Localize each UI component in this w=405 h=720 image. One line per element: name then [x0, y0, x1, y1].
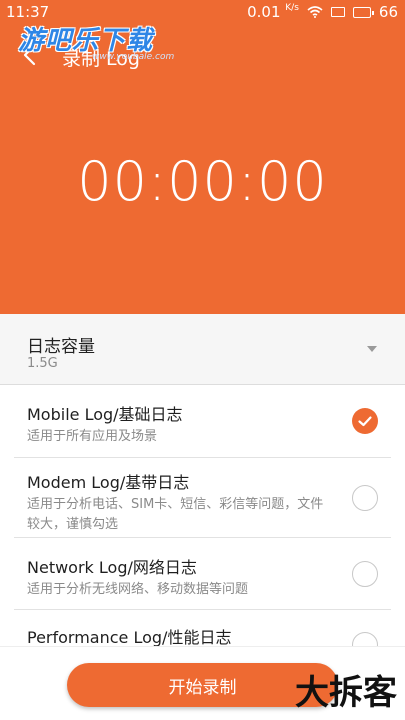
- network-speed-unit: K/s: [285, 3, 299, 13]
- log-item-network[interactable]: Network Log/网络日志 适用于分析无线网络、移动数据等问题: [14, 538, 391, 610]
- capacity-value: 1.5G: [27, 356, 58, 371]
- corner-watermark: 大拆客: [295, 673, 397, 713]
- log-description: 适用于分析电话、SIM卡、短信、彩信等问题，文件较大，谨慎勾选: [27, 497, 324, 532]
- network-speed: 0.01 K/s: [247, 3, 299, 21]
- checkbox-checked[interactable]: [352, 408, 378, 434]
- battery-icon: [352, 6, 374, 18]
- log-item-mobile[interactable]: Mobile Log/基础日志 适用于所有应用及场景: [14, 386, 391, 458]
- bottom-bar: 开始录制 大拆客: [0, 646, 405, 720]
- checkbox-unchecked[interactable]: [352, 485, 378, 511]
- log-title: Performance Log/性能日志: [27, 628, 232, 647]
- log-capacity-selector[interactable]: 日志容量 1.5G: [0, 314, 405, 385]
- check-icon: [358, 416, 372, 427]
- log-title: Mobile Log/基础日志: [27, 405, 183, 424]
- chevron-down-icon: [367, 346, 377, 352]
- timer-display: 00:00:00: [77, 150, 328, 213]
- wifi-icon: [307, 6, 323, 18]
- log-title: Modem Log/基带日志: [27, 473, 190, 492]
- status-time: 11:37: [6, 3, 50, 21]
- battery-level: 66: [378, 3, 398, 21]
- checkbox-unchecked[interactable]: [352, 561, 378, 587]
- log-title: Network Log/网络日志: [27, 558, 197, 577]
- status-right: 0.01 K/s 66: [247, 3, 398, 21]
- log-item-modem[interactable]: Modem Log/基带日志 适用于分析电话、SIM卡、短信、彩信等问题，文件较…: [14, 458, 391, 538]
- header: 11:37 0.01 K/s 66 录制 Log 游吧乐下载 www.youba…: [0, 0, 405, 314]
- capacity-label: 日志容量: [27, 337, 95, 357]
- log-type-list: Mobile Log/基础日志 适用于所有应用及场景 Modem Log/基带日…: [0, 386, 405, 670]
- network-speed-value: 0.01: [247, 3, 281, 21]
- watermark-url: www.youbale.com: [92, 52, 175, 62]
- log-description: 适用于分析无线网络、移动数据等问题: [27, 582, 249, 597]
- log-description: 适用于所有应用及场景: [27, 429, 158, 444]
- screen-icon: [330, 7, 345, 17]
